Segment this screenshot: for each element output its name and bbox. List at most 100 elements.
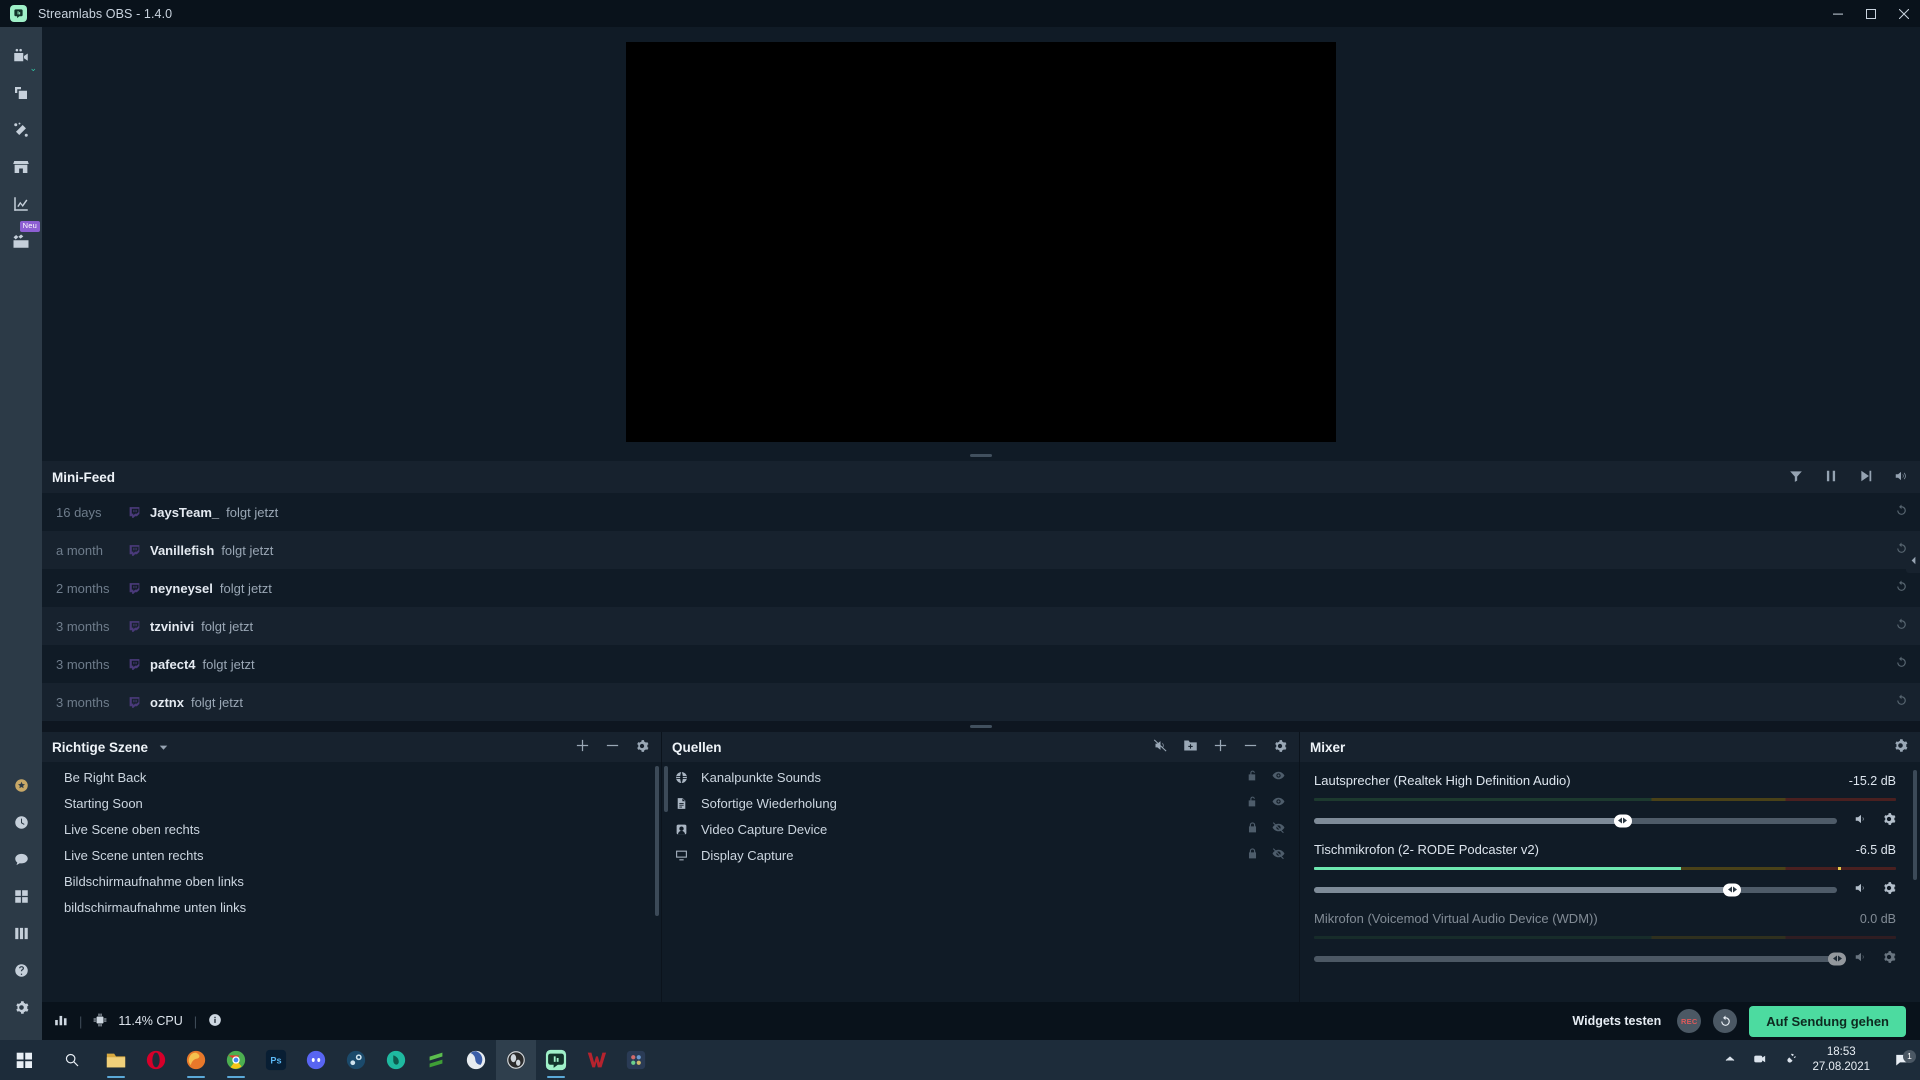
minimize-icon[interactable] xyxy=(1821,0,1854,27)
filter-icon[interactable] xyxy=(1789,469,1803,486)
sidebar-item-themes[interactable] xyxy=(0,74,42,111)
mute-button[interactable] xyxy=(1854,950,1868,967)
taskbar-app-opera[interactable] xyxy=(136,1040,176,1080)
taskbar-app-discord[interactable] xyxy=(296,1040,336,1080)
sidebar-item-help[interactable] xyxy=(0,952,42,989)
channel-settings-button[interactable] xyxy=(1882,950,1896,967)
bar-stats-icon[interactable] xyxy=(54,1013,68,1030)
replay-icon[interactable] xyxy=(1895,504,1908,520)
source-list-item[interactable]: Video Capture Device xyxy=(662,816,1299,842)
sidebar-item-alert-box[interactable] xyxy=(0,111,42,148)
taskbar-clock[interactable]: 18:53 27.08.2021 xyxy=(1812,1045,1884,1076)
mini-feed-row[interactable]: a month Vanillefish folgt jetzt xyxy=(42,531,1920,569)
lock-open-icon[interactable] xyxy=(1246,769,1259,785)
channel-settings-button[interactable] xyxy=(1882,881,1896,898)
feed-resize-handle[interactable] xyxy=(42,721,1920,732)
chevron-up-icon[interactable] xyxy=(1724,1053,1736,1068)
replay-icon[interactable] xyxy=(1895,580,1908,596)
record-button[interactable]: REC xyxy=(1677,1009,1702,1033)
source-list-item[interactable]: Kanalpunkte Sounds xyxy=(662,764,1299,790)
lock-closed-icon[interactable] xyxy=(1246,847,1259,863)
taskbar-app-brave-or-globe[interactable] xyxy=(456,1040,496,1080)
taskbar-app-google-chrome[interactable] xyxy=(216,1040,256,1080)
sidebar-item-layout-editor[interactable] xyxy=(0,878,42,915)
taskbar-app-steam[interactable] xyxy=(336,1040,376,1080)
sidebar-item-studio-mode[interactable] xyxy=(0,915,42,952)
taskbar-app-sublime-text[interactable] xyxy=(416,1040,456,1080)
plug-icon[interactable] xyxy=(1784,1052,1798,1069)
search-icon[interactable] xyxy=(48,1052,96,1068)
scene-list-item[interactable]: Live Scene unten rechts xyxy=(42,842,661,868)
test-widgets-button[interactable]: Widgets testen xyxy=(1572,1014,1661,1028)
sidebar-item-store[interactable] xyxy=(0,148,42,185)
taskbar-app-davinci-resolve[interactable] xyxy=(616,1040,656,1080)
taskbar-app-firefox[interactable] xyxy=(176,1040,216,1080)
folder-plus-icon[interactable] xyxy=(1183,738,1198,756)
sidebar-item-dashboard[interactable] xyxy=(0,185,42,222)
scene-settings-button[interactable] xyxy=(635,739,649,756)
source-list-item[interactable]: Sofortige Wiederholung xyxy=(662,790,1299,816)
volume-slider[interactable] xyxy=(1314,814,1837,827)
preview-canvas[interactable] xyxy=(626,42,1336,442)
eye-hidden-icon[interactable] xyxy=(1272,847,1285,863)
replay-icon[interactable] xyxy=(1895,618,1908,634)
sidebar-item-editor[interactable]: ⌄ xyxy=(0,37,42,74)
mini-feed-row[interactable]: 3 months tzvinivi folgt jetzt xyxy=(42,607,1920,645)
mini-feed-row[interactable]: 2 months neyneysel folgt jetzt xyxy=(42,569,1920,607)
source-list-item[interactable]: Display Capture xyxy=(662,842,1299,868)
scene-list-item[interactable]: Starting Soon xyxy=(42,790,661,816)
remove-source-button[interactable] xyxy=(1243,738,1258,756)
sidebar-item-recent-events[interactable] xyxy=(0,804,42,841)
windows-start-icon[interactable] xyxy=(0,1052,48,1069)
go-live-button[interactable]: Auf Sendung gehen xyxy=(1749,1005,1906,1037)
close-icon[interactable] xyxy=(1887,0,1920,27)
source-settings-button[interactable] xyxy=(1273,739,1287,756)
audio-mixer-icon[interactable] xyxy=(1153,738,1168,756)
mute-button[interactable] xyxy=(1854,881,1868,898)
eye-visible-icon[interactable] xyxy=(1272,769,1285,785)
mixer-scrollbar[interactable] xyxy=(1913,770,1917,880)
info-icon[interactable] xyxy=(208,1013,222,1030)
sidebar-item-prime[interactable] xyxy=(0,767,42,804)
lock-closed-icon[interactable] xyxy=(1246,821,1259,837)
preview-resize-handle[interactable] xyxy=(970,454,992,457)
add-scene-button[interactable] xyxy=(575,738,590,756)
volume-slider-knob[interactable] xyxy=(1723,883,1742,896)
replay-icon[interactable] xyxy=(1895,694,1908,710)
volume-slider-knob[interactable] xyxy=(1613,814,1632,827)
add-source-button[interactable] xyxy=(1213,738,1228,756)
mini-feed-row[interactable]: 16 days JaysTeam_ folgt jetzt xyxy=(42,493,1920,531)
taskbar-app-teal-app[interactable] xyxy=(376,1040,416,1080)
scenes-scrollbar[interactable] xyxy=(655,766,659,916)
skip-icon[interactable] xyxy=(1859,469,1873,486)
volume-slider[interactable] xyxy=(1314,952,1846,965)
mixer-settings-button[interactable] xyxy=(1893,738,1908,756)
scene-list-item[interactable]: Be Right Back xyxy=(42,764,661,790)
chevron-down-icon[interactable] xyxy=(159,743,168,752)
sidebar-item-highlighter[interactable]: Neu xyxy=(0,221,42,259)
taskbar-app-wondershare[interactable] xyxy=(576,1040,616,1080)
notification-icon[interactable]: 1 xyxy=(1884,1049,1920,1068)
sidebar-item-chat[interactable] xyxy=(0,841,42,878)
taskbar-app-obs-studio[interactable] xyxy=(496,1040,536,1080)
sidebar-item-settings[interactable] xyxy=(0,989,42,1026)
scene-list-item[interactable]: bildschirmaufnahme unten links xyxy=(42,894,661,920)
replay-icon[interactable] xyxy=(1895,656,1908,672)
maximize-icon[interactable] xyxy=(1854,0,1887,27)
taskbar-app-file-explorer[interactable] xyxy=(96,1040,136,1080)
mini-feed-row[interactable]: 3 months oztnx folgt jetzt xyxy=(42,683,1920,721)
volume-slider-knob[interactable] xyxy=(1828,952,1846,965)
taskbar-app-streamlabs-obs[interactable] xyxy=(536,1040,576,1080)
scene-list-item[interactable]: Live Scene oben rechts xyxy=(42,816,661,842)
channel-settings-button[interactable] xyxy=(1882,812,1896,829)
eye-hidden-icon[interactable] xyxy=(1272,821,1285,837)
sources-scrollbar[interactable] xyxy=(664,766,668,812)
lock-open-icon[interactable] xyxy=(1246,795,1259,811)
volume-icon[interactable] xyxy=(1894,469,1908,486)
pause-icon[interactable] xyxy=(1824,469,1838,486)
taskbar-app-photoshop[interactable]: Ps xyxy=(256,1040,296,1080)
mute-button[interactable] xyxy=(1854,812,1868,829)
scene-list-item[interactable]: Bildschirmaufnahme oben links xyxy=(42,868,661,894)
volume-slider[interactable] xyxy=(1314,883,1837,896)
replay-buffer-button[interactable] xyxy=(1713,1009,1738,1033)
